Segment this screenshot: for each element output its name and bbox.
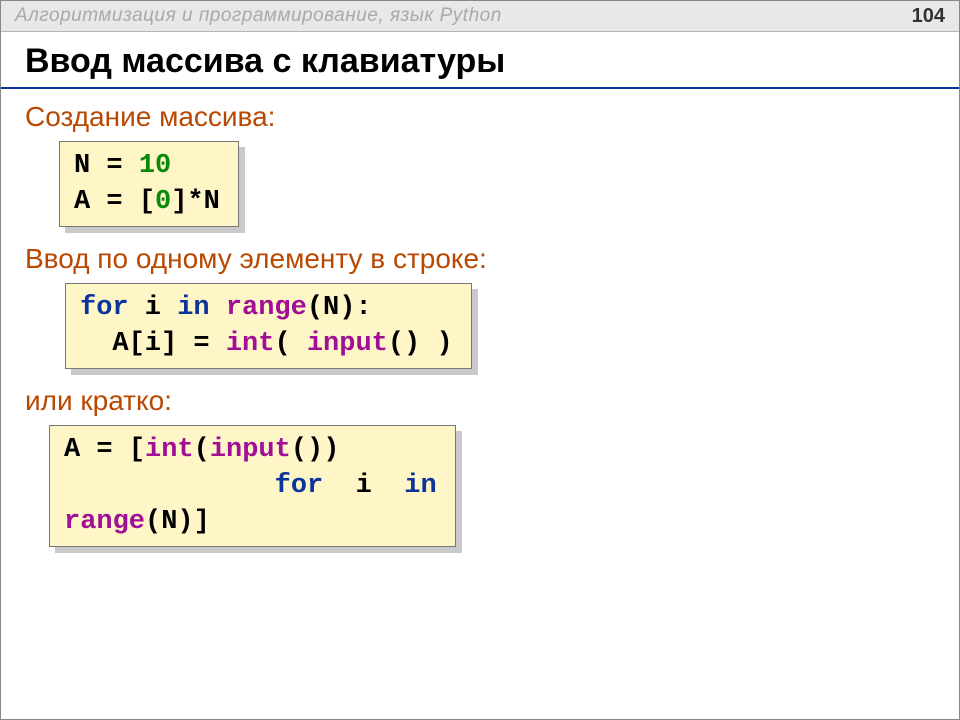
section-1-label: Создание массива: [25,101,935,133]
code-content-2: for i in range(N): A[i] = int( input() ) [65,283,472,369]
section-2-label: Ввод по одному элементу в строке: [25,243,935,275]
slide-body: Создание массива: N = 10 A = [0]*N Ввод … [1,89,959,557]
code-block-2: for i in range(N): A[i] = int( input() ) [65,283,472,369]
code-content-3: A = [int(input()) for i in range(N)] [49,425,456,547]
slide-title: Ввод массива с клавиатуры [1,42,959,89]
page-number: 104 [912,5,945,28]
top-bar: Алгоритмизация и программирование, язык … [1,1,959,32]
section-3-label: или кратко: [25,385,935,417]
header-caption: Алгоритмизация и программирование, язык … [15,5,502,27]
code-content-1: N = 10 A = [0]*N [59,141,239,227]
slide: Алгоритмизация и программирование, язык … [0,0,960,720]
code-block-1: N = 10 A = [0]*N [59,141,239,227]
code-block-3: A = [int(input()) for i in range(N)] [49,425,456,547]
